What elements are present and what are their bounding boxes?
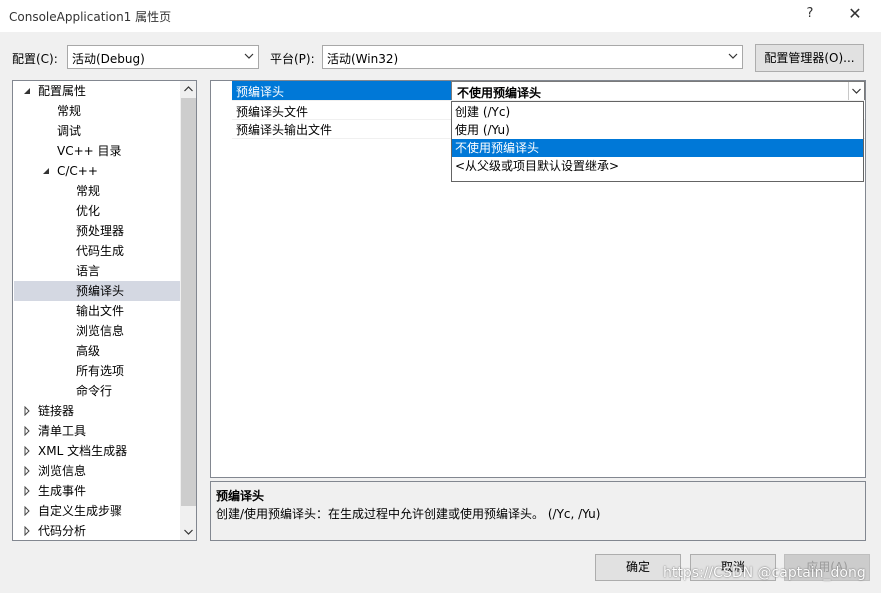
tree-item[interactable]: 自定义生成步骤 (14, 501, 180, 521)
tree-item[interactable]: 调试 (14, 121, 180, 141)
watermark: https://CSDN @captain_dong (663, 565, 866, 581)
platform-label: 平台(P): (270, 52, 315, 66)
tree-item-label: 优化 (76, 204, 101, 218)
tree-item-label: 自定义生成步骤 (38, 504, 123, 518)
collapsed-triangle-icon[interactable] (22, 426, 32, 436)
property-name: 预编译头文件 (236, 105, 309, 119)
description-text: 创建/使用预编译头：在生成过程中允许创建或使用预编译头。 (/Yc, /Yu) (216, 507, 601, 521)
tree-item[interactable]: XML 文档生成器 (14, 441, 180, 461)
tree-item-label: 清单工具 (38, 424, 87, 438)
tree-item-label: 输出文件 (76, 304, 125, 318)
tree-item[interactable]: 预处理器 (14, 221, 180, 241)
tree-item-label: 预编译头 (76, 284, 125, 298)
tree-item-label: 高级 (76, 344, 101, 358)
property-value: 不使用预编译头 (457, 86, 542, 100)
collapsed-triangle-icon[interactable] (22, 506, 32, 516)
tree-item[interactable]: C/C++ (14, 161, 180, 181)
expanded-triangle-icon[interactable] (22, 86, 32, 96)
title-bar: ConsoleApplication1 属性页 ? ✕ (0, 0, 881, 32)
collapsed-triangle-icon[interactable] (22, 406, 32, 416)
tree-item[interactable]: 代码分析 (14, 521, 180, 540)
tree-item[interactable]: 常规 (14, 101, 180, 121)
window-title: ConsoleApplication1 属性页 (9, 10, 172, 24)
chevron-down-icon (852, 88, 861, 94)
tree-item-label: 浏览信息 (38, 464, 87, 478)
collapsed-triangle-icon[interactable] (22, 486, 32, 496)
config-manager-button[interactable]: 配置管理器(O)... (755, 44, 864, 72)
chevron-down-icon (728, 53, 738, 59)
tree-item[interactable]: 清单工具 (14, 421, 180, 441)
tree-item[interactable]: 命令行 (14, 381, 180, 401)
expanded-triangle-icon[interactable] (41, 166, 51, 176)
platform-combo[interactable]: 活动(Win32) (322, 45, 743, 69)
tree-item-label: 常规 (76, 184, 101, 198)
tree-item[interactable]: 输出文件 (14, 301, 180, 321)
property-tree[interactable]: 配置属性 常规 调试 VC++ 目录 C/C++ 常规 优化 预处理器 代码生成 语言 预编译头 输出… (12, 80, 197, 541)
tree-item-label: 预处理器 (76, 224, 125, 238)
config-value: 活动(Debug) (72, 52, 145, 66)
property-name: 预编译头输出文件 (236, 123, 333, 137)
tree-item-label: 代码生成 (76, 244, 125, 258)
tree-item[interactable]: 预编译头 (14, 281, 180, 301)
tree-scrollbar[interactable] (180, 81, 196, 540)
dropdown-option[interactable]: 使用 (/Yu) (452, 121, 863, 139)
platform-value: 活动(Win32) (327, 52, 399, 66)
tree-item[interactable]: 代码生成 (14, 241, 180, 261)
tree-item-label: 命令行 (76, 384, 113, 398)
tree-item[interactable]: 链接器 (14, 401, 180, 421)
tree-item[interactable]: 常规 (14, 181, 180, 201)
tree-item[interactable]: 配置属性 (14, 81, 180, 101)
tree-item-label: 配置属性 (38, 84, 87, 98)
tree-item-label: 语言 (76, 264, 101, 278)
tree-item[interactable]: 优化 (14, 201, 180, 221)
tree-item-label: VC++ 目录 (57, 144, 122, 158)
grid-row[interactable]: 预编译头 不使用预编译头 (211, 81, 865, 101)
chevron-down-icon (244, 53, 254, 59)
tree-item-label: 所有选项 (76, 364, 125, 378)
dropdown-button[interactable] (848, 82, 864, 100)
property-name: 预编译头 (236, 85, 285, 99)
collapsed-triangle-icon[interactable] (22, 466, 32, 476)
scroll-up-icon[interactable] (184, 86, 193, 92)
tree-item[interactable]: 所有选项 (14, 361, 180, 381)
scroll-thumb[interactable] (181, 98, 196, 506)
tree-item[interactable]: 生成事件 (14, 481, 180, 501)
tree-item-label: 生成事件 (38, 484, 87, 498)
tree-item-label: XML 文档生成器 (38, 444, 128, 458)
tree-item-label: 调试 (57, 124, 82, 138)
collapsed-triangle-icon[interactable] (22, 446, 32, 456)
tree-item[interactable]: 语言 (14, 261, 180, 281)
tree-item[interactable]: 浏览信息 (14, 461, 180, 481)
description-panel: 预编译头 创建/使用预编译头：在生成过程中允许创建或使用预编译头。 (/Yc, … (210, 481, 866, 541)
property-value-combo[interactable]: 不使用预编译头 (451, 81, 865, 101)
close-button[interactable]: ✕ (844, 4, 866, 26)
tree-item-label: 常规 (57, 104, 82, 118)
tree-item-label: 链接器 (38, 404, 75, 418)
description-title: 预编译头 (216, 489, 265, 503)
tree-item[interactable]: 浏览信息 (14, 321, 180, 341)
tree-item-label: 代码分析 (38, 524, 87, 538)
dropdown-option-selected[interactable]: 不使用预编译头 (452, 139, 863, 157)
config-label: 配置(C): (12, 52, 58, 66)
value-dropdown-list[interactable]: 创建 (/Yc) 使用 (/Yu) 不使用预编译头 <从父级或项目默认设置继承> (451, 101, 864, 182)
config-combo[interactable]: 活动(Debug) (67, 45, 259, 69)
tree-item[interactable]: 高级 (14, 341, 180, 361)
tree-item[interactable]: VC++ 目录 (14, 141, 180, 161)
tree-item-label: 浏览信息 (76, 324, 125, 338)
scroll-down-icon[interactable] (184, 529, 193, 535)
tree-item-label: C/C++ (57, 164, 98, 178)
collapsed-triangle-icon[interactable] (22, 526, 32, 536)
dropdown-option[interactable]: <从父级或项目默认设置继承> (452, 157, 863, 175)
help-button[interactable]: ? (800, 6, 820, 26)
dropdown-option[interactable]: 创建 (/Yc) (452, 103, 863, 121)
